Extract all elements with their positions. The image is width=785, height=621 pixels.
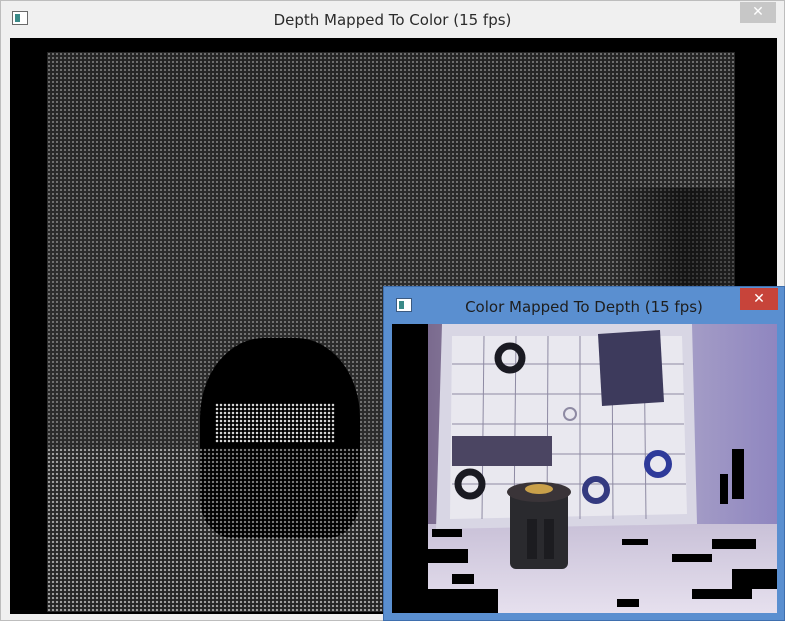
depth-window-titlebar[interactable]: Depth Mapped To Color (15 fps) ✕ [1,1,784,39]
robot-object [507,482,571,569]
close-button[interactable]: ✕ [740,288,778,310]
window-title: Color Mapped To Depth (15 fps) [465,298,703,316]
color-window: Color Mapped To Depth (15 fps) ✕ [383,286,785,621]
window-title: Depth Mapped To Color (15 fps) [273,11,512,29]
color-image [392,324,777,613]
close-button[interactable]: ✕ [740,2,776,23]
color-viewport [392,324,777,613]
depth-object-highlight [215,403,335,443]
